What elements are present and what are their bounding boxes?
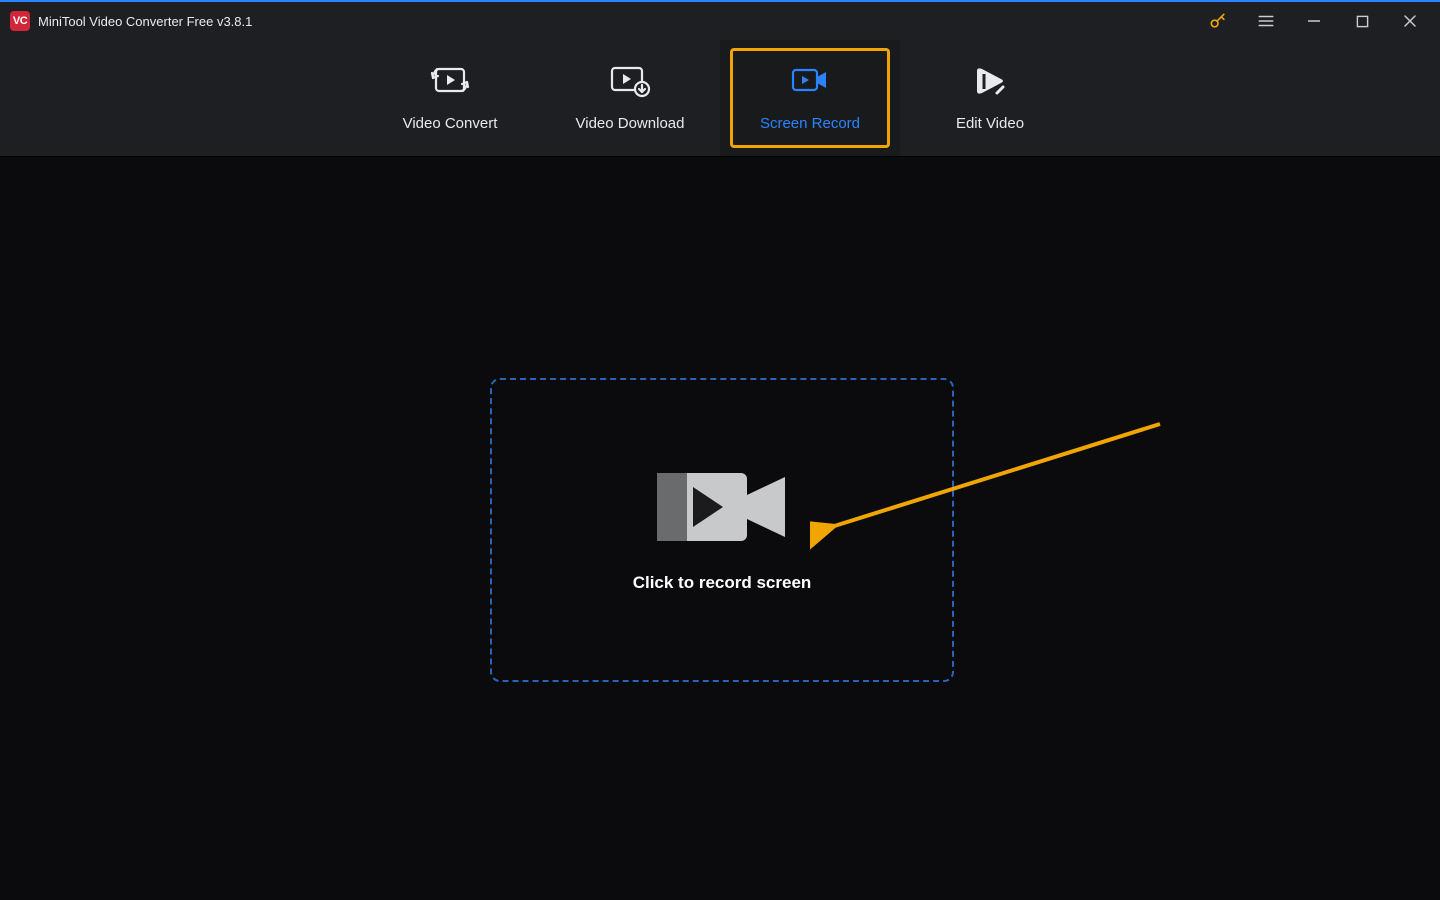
download-icon — [609, 65, 651, 97]
tab-label: Screen Record — [760, 115, 860, 132]
title-bar: VC MiniTool Video Converter Free v3.8.1 — [0, 2, 1440, 40]
tab-label: Edit Video — [956, 115, 1024, 132]
minimize-button[interactable] — [1290, 2, 1338, 40]
convert-icon — [430, 65, 470, 97]
edit-icon — [973, 65, 1007, 97]
minimize-icon — [1307, 14, 1321, 28]
main-tab-bar: Video Convert Video Download Screen Reco… — [0, 40, 1440, 157]
tab-video-convert[interactable]: Video Convert — [360, 40, 540, 156]
tab-label: Video Download — [576, 115, 685, 132]
close-icon — [1403, 14, 1417, 28]
record-icon — [790, 65, 830, 97]
key-icon — [1208, 11, 1228, 31]
maximize-icon — [1356, 15, 1369, 28]
record-dropzone[interactable]: Click to record screen — [490, 378, 954, 682]
menu-button[interactable] — [1242, 2, 1290, 40]
upgrade-key-button[interactable] — [1194, 2, 1242, 40]
close-button[interactable] — [1386, 2, 1434, 40]
record-cta-text: Click to record screen — [633, 573, 812, 593]
app-logo: VC — [10, 11, 30, 31]
main-panel: Click to record screen — [0, 158, 1440, 900]
camera-icon — [657, 467, 787, 547]
hamburger-icon — [1257, 12, 1275, 30]
tab-edit-video[interactable]: Edit Video — [900, 40, 1080, 156]
tab-video-download[interactable]: Video Download — [540, 40, 720, 156]
maximize-button[interactable] — [1338, 2, 1386, 40]
active-tab-highlight — [730, 48, 890, 148]
app-title: MiniTool Video Converter Free v3.8.1 — [38, 14, 252, 29]
tab-label: Video Convert — [403, 115, 498, 132]
tab-screen-record[interactable]: Screen Record — [720, 40, 900, 156]
